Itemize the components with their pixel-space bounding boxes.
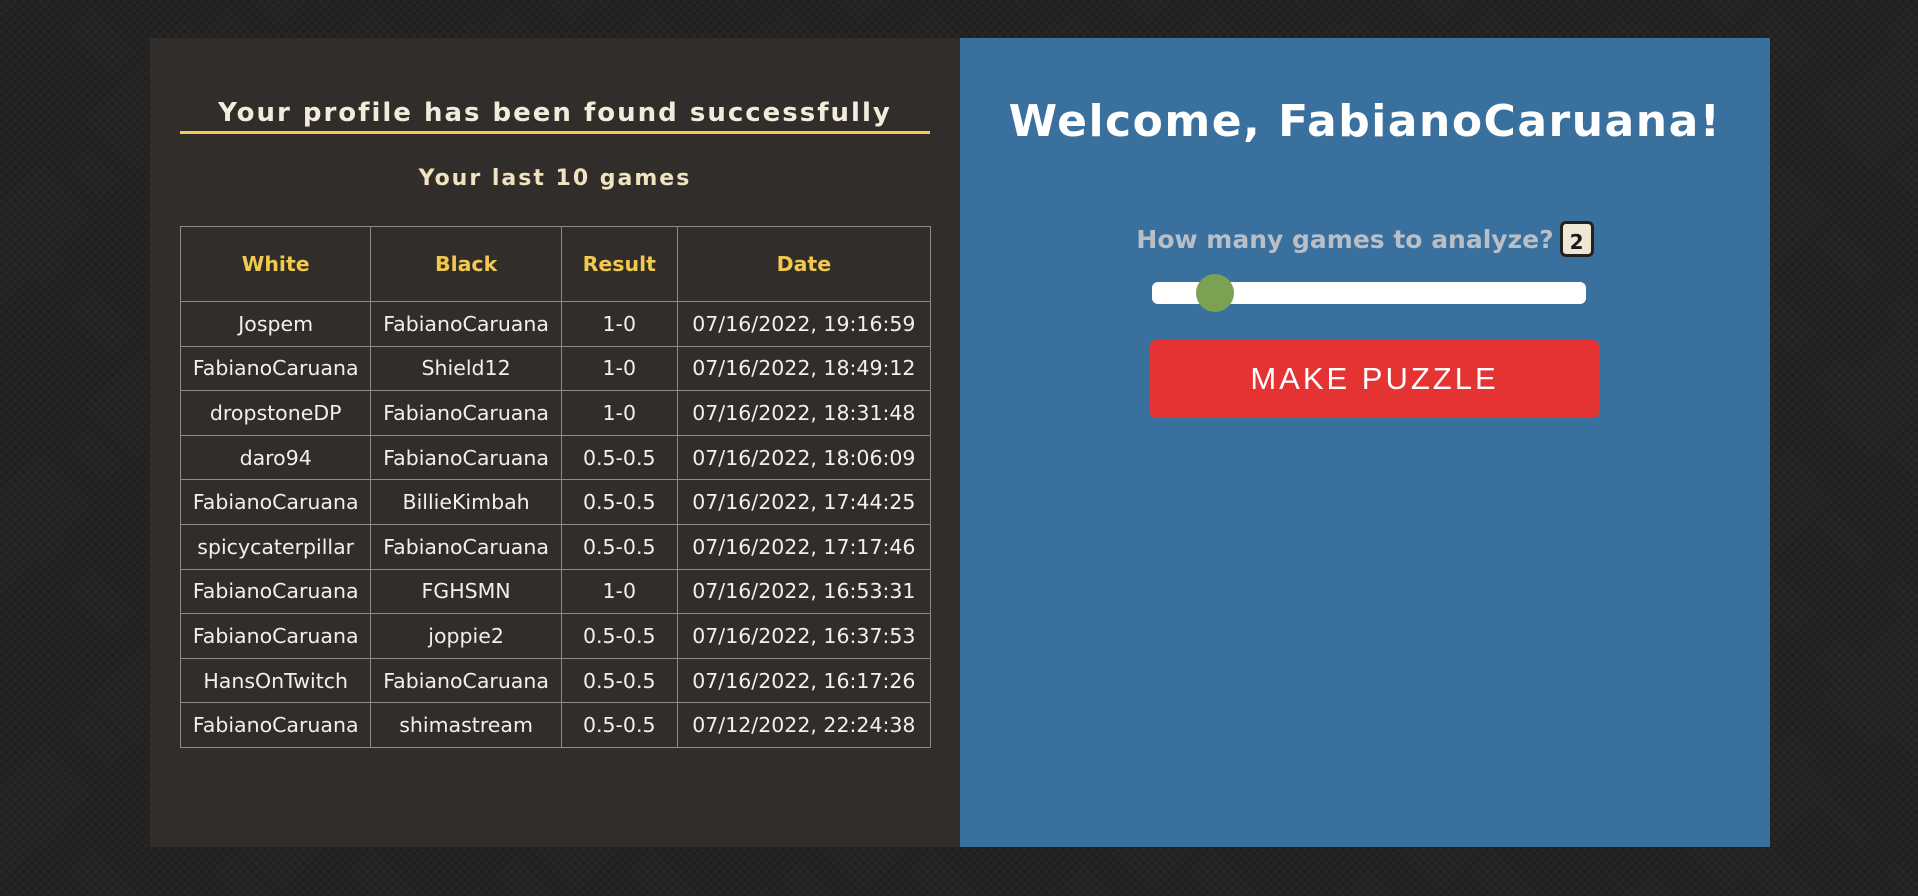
header-date: Date [676,226,932,302]
cell-white-player: FabianoCaruana [179,345,372,392]
header-white: White [179,226,372,302]
table-row: FabianoCaruana shimastream 0.5-0.5 07/12/20… [179,702,932,748]
games-table-body: Jospem FabianoCaruana 1-0 07/16/2022, 19:16… [179,301,932,748]
cell-date: 07/16/2022, 16:53:31 [676,568,932,615]
make-puzzle-button[interactable]: MAKE PUZZLE [1150,340,1599,418]
table-row: FabianoCaruana Shield12 1-0 07/16/2022, 18:… [179,345,932,392]
cell-date: 07/16/2022, 18:06:09 [676,434,932,481]
games-table: White Black Result Date Jospem FabianoCar… [179,226,932,748]
analyze-count-badge: 2 [1559,221,1594,257]
cell-black-player: shimastream [370,702,562,748]
cell-white-player: FabianoCaruana [179,479,372,525]
analyze-question-label: How many games to analyze? [1136,224,1554,254]
cell-result: 1-0 [560,301,678,347]
games-table-header-row: White Black Result Date [179,226,932,302]
cell-date: 07/12/2022, 22:24:38 [676,702,932,748]
table-row: FabianoCaruana joppie2 0.5-0.5 07/16/2022, … [179,613,932,659]
cell-date: 07/16/2022, 18:31:48 [676,390,932,436]
games-subtitle: Your last 10 games [418,166,692,191]
cell-black-player: BillieKimbah [370,479,562,525]
cell-black-player: Shield12 [370,345,562,392]
cell-white-player: FabianoCaruana [179,568,372,615]
table-row: FabianoCaruana BillieKimbah 0.5-0.5 07/16/2… [179,479,932,525]
slider-thumb[interactable] [1196,274,1234,312]
cell-date: 07/16/2022, 18:49:12 [676,345,932,392]
profile-found-heading: Your profile has been found successfully [180,98,930,134]
cell-white-player: FabianoCaruana [179,613,372,659]
analyzer-panel: Welcome, FabianoCaruana! How many games … [960,38,1770,847]
cell-black-player: FabianoCaruana [370,434,562,481]
games-panel: Your profile has been found successfully… [150,38,960,847]
welcome-title: Welcome, FabianoCaruana! [1008,96,1722,147]
cell-white-player: spicycaterpillar [179,523,372,570]
cell-black-player: FabianoCaruana [370,390,562,436]
cell-result: 1-0 [560,568,678,615]
header-black: Black [370,226,562,302]
cell-white-player: Jospem [179,301,372,347]
cell-date: 07/16/2022, 19:16:59 [676,301,932,347]
table-row: HansOnTwitch FabianoCaruana 0.5-0.5 07/16/2… [179,657,932,704]
cell-result: 0.5-0.5 [560,613,678,659]
cell-white-player: FabianoCaruana [179,702,372,748]
header-result: Result [560,226,678,302]
cell-white-player: daro94 [179,434,372,481]
table-row: Jospem FabianoCaruana 1-0 07/16/2022, 19:16… [179,301,932,347]
cell-result: 0.5-0.5 [560,702,678,748]
cell-black-player: FGHSMN [370,568,562,615]
table-row: spicycaterpillar FabianoCaruana 0.5-0.5 07/… [179,523,932,570]
cell-result: 0.5-0.5 [560,479,678,525]
cell-black-player: FabianoCaruana [370,523,562,570]
main-container: Your profile has been found successfully… [150,38,1770,847]
cell-result: 1-0 [560,345,678,392]
table-row: daro94 FabianoCaruana 0.5-0.5 07/16/2022, 1… [179,434,932,481]
cell-black-player: FabianoCaruana [370,657,562,704]
cell-date: 07/16/2022, 16:17:26 [676,657,932,704]
games-count-slider[interactable] [1152,274,1586,312]
analyze-count-row: How many games to analyze? 2 [960,221,1770,257]
table-row: FabianoCaruana FGHSMN 1-0 07/16/2022, 16:53… [179,568,932,615]
cell-result: 1-0 [560,390,678,436]
table-row: dropstoneDP FabianoCaruana 1-0 07/16/2022, … [179,390,932,436]
cell-black-player: FabianoCaruana [370,301,562,347]
cell-result: 0.5-0.5 [560,434,678,481]
cell-result: 0.5-0.5 [560,657,678,704]
cell-date: 07/16/2022, 17:44:25 [676,479,932,525]
cell-date: 07/16/2022, 16:37:53 [676,613,932,659]
cell-black-player: joppie2 [370,613,562,659]
cell-result: 0.5-0.5 [560,523,678,570]
cell-date: 07/16/2022, 17:17:46 [676,523,932,570]
cell-white-player: dropstoneDP [179,390,372,436]
cell-white-player: HansOnTwitch [179,657,372,704]
